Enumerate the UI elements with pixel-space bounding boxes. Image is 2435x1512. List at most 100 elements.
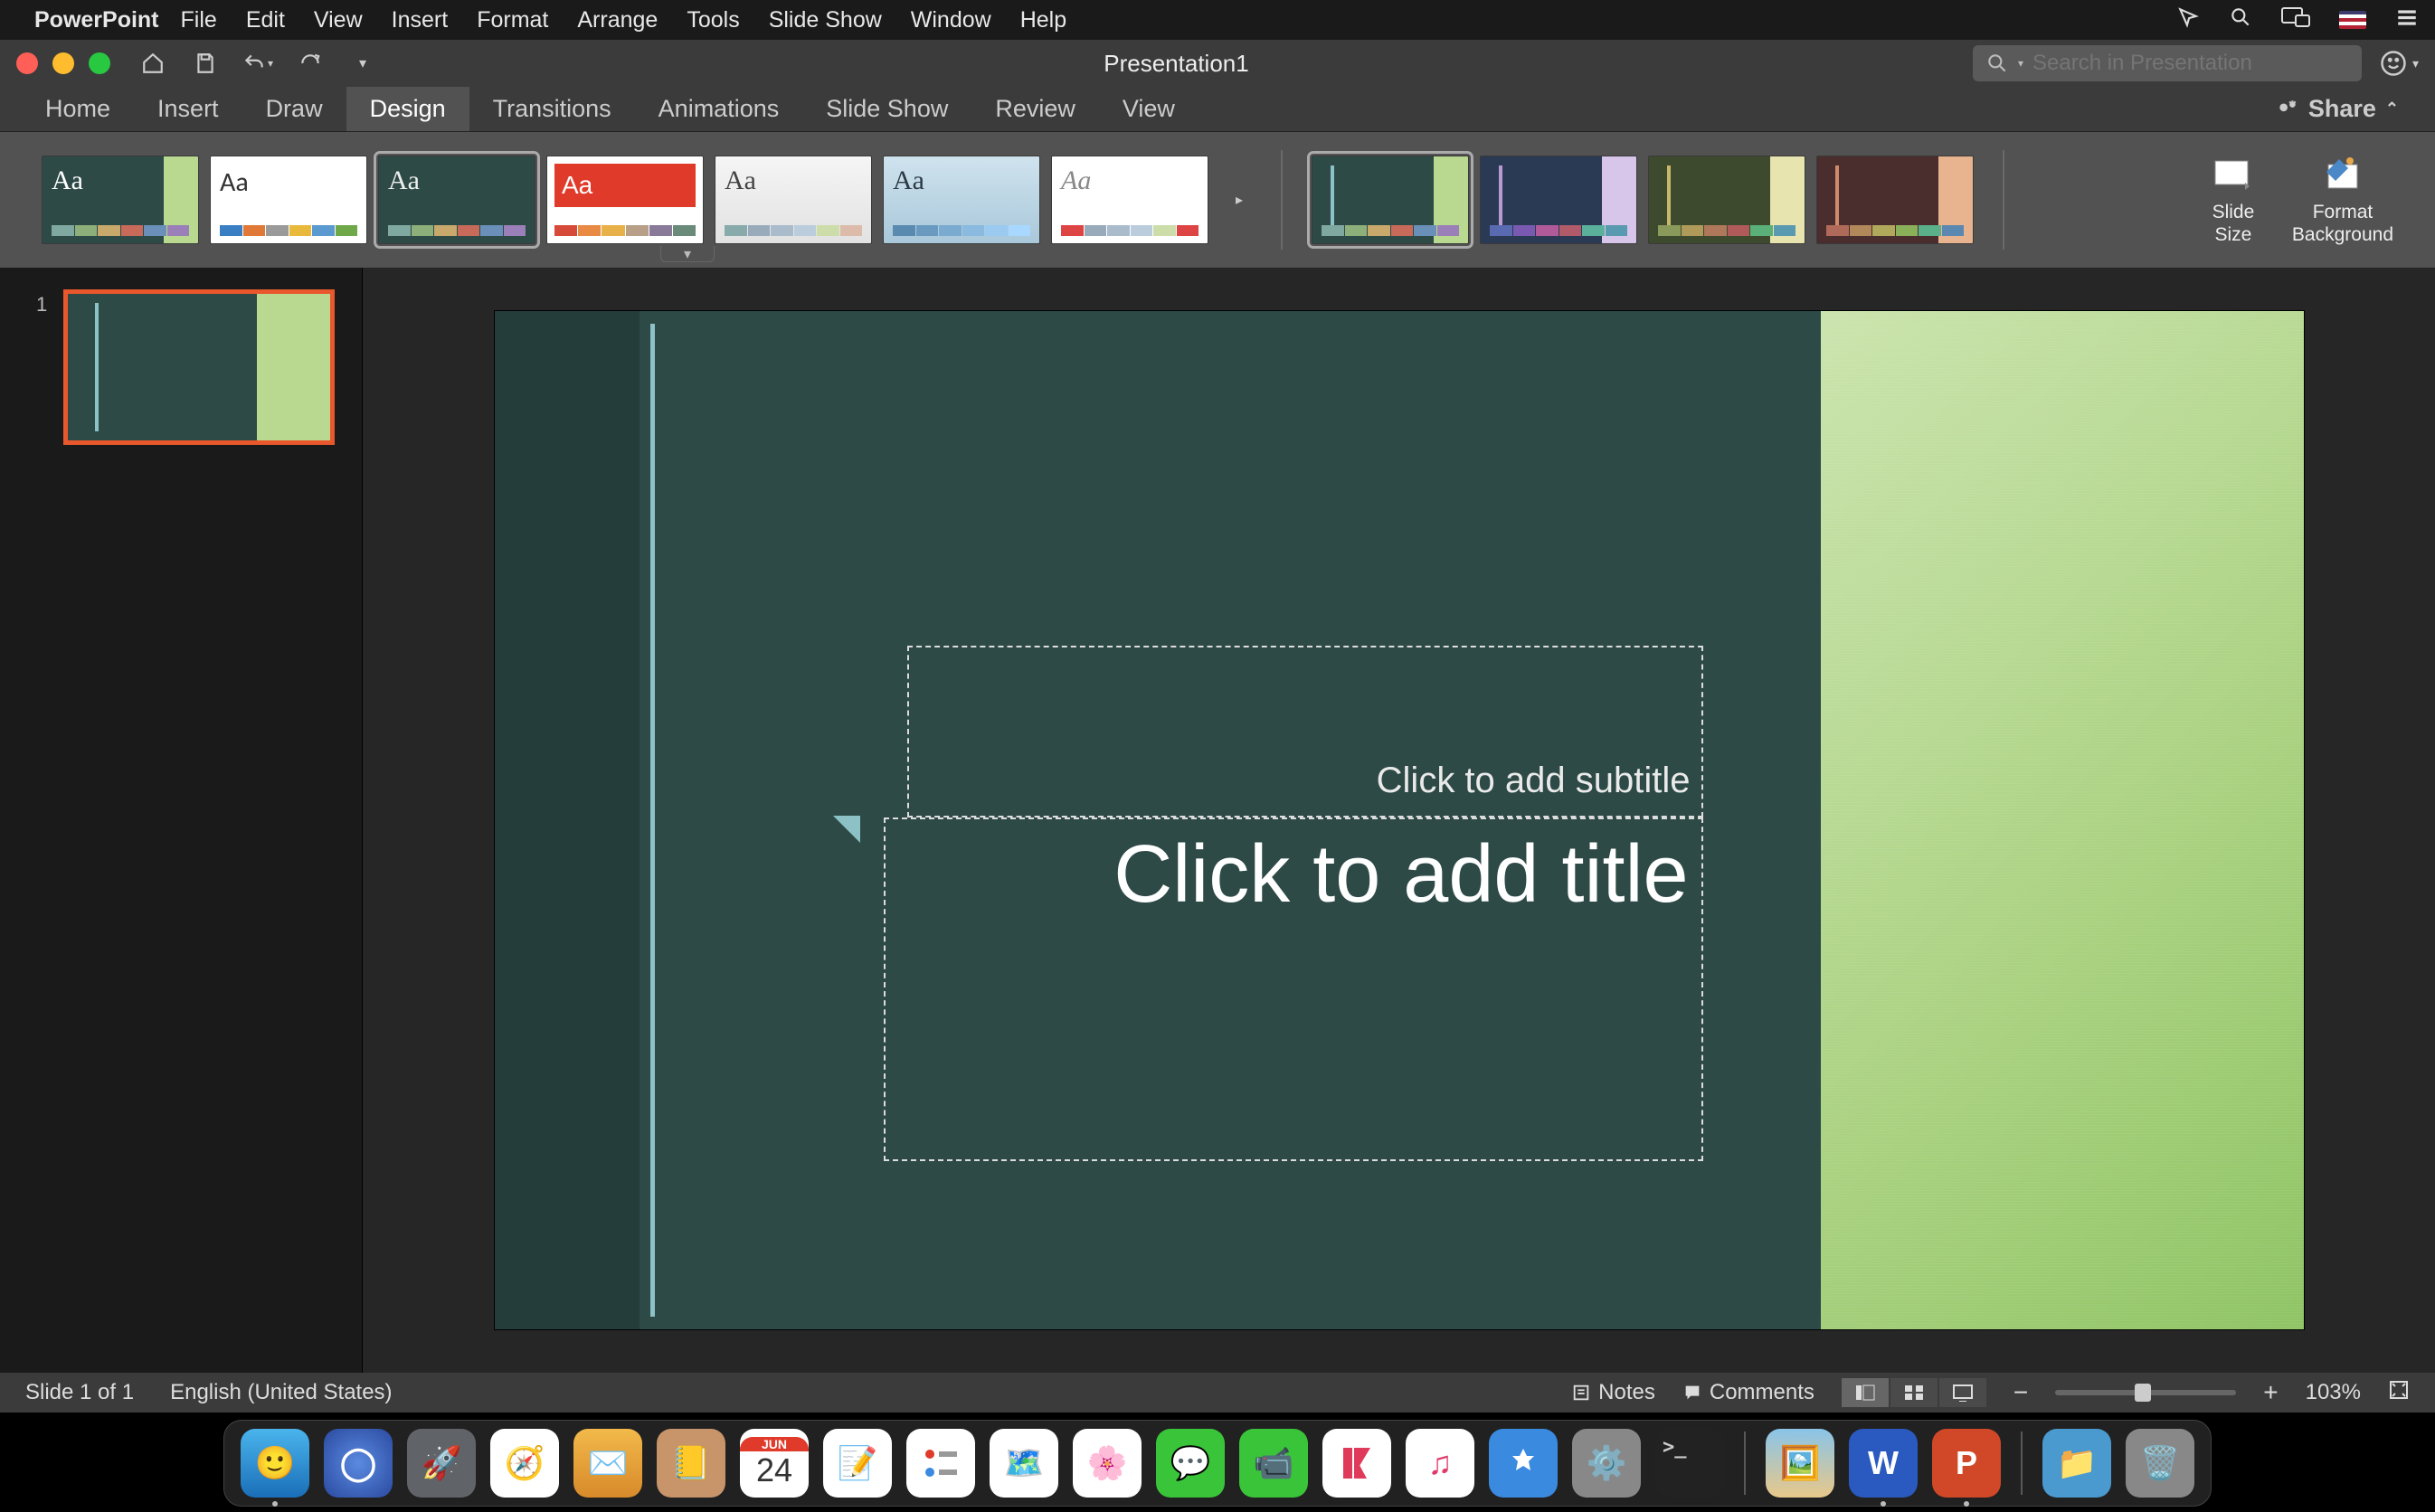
menu-insert[interactable]: Insert <box>392 7 449 33</box>
home-button[interactable] <box>136 46 170 80</box>
customize-qat-button[interactable]: ▾ <box>346 46 380 80</box>
dock-calendar[interactable]: JUN24 <box>740 1429 809 1498</box>
dock-photos[interactable]: 🌸 <box>1073 1429 1142 1498</box>
dock-downloads[interactable]: 📁 <box>2042 1429 2111 1498</box>
variant-1[interactable] <box>1312 156 1469 244</box>
dock-finder[interactable]: 🙂 <box>241 1429 309 1498</box>
subtitle-placeholder[interactable]: Click to add subtitle <box>907 646 1703 817</box>
reading-view-button[interactable] <box>1939 1378 1986 1407</box>
undo-button[interactable]: ▾ <box>241 46 275 80</box>
tab-view[interactable]: View <box>1099 87 1199 131</box>
menu-file[interactable]: File <box>181 7 217 33</box>
tab-home[interactable]: Home <box>22 87 134 131</box>
zoom-percent[interactable]: 103% <box>2306 1380 2361 1405</box>
zoom-out-button[interactable]: − <box>2013 1378 2028 1407</box>
dock-facetime[interactable]: 📹 <box>1239 1429 1308 1498</box>
close-window-button[interactable] <box>16 52 38 74</box>
dock-news[interactable] <box>1322 1429 1391 1498</box>
slide-number: 1 <box>36 293 47 317</box>
slide-size-button[interactable]: Slide Size <box>2211 154 2256 246</box>
variant-4[interactable] <box>1816 156 1974 244</box>
themes-expand-handle[interactable]: ▾ <box>660 246 715 262</box>
notes-icon <box>1571 1383 1591 1403</box>
dock-appstore[interactable] <box>1489 1429 1558 1498</box>
comments-button[interactable]: Comments <box>1682 1380 1814 1405</box>
tab-slideshow[interactable]: Slide Show <box>802 87 971 131</box>
zoom-window-button[interactable] <box>89 52 110 74</box>
format-background-button[interactable]: Format Background <box>2292 154 2393 246</box>
dock-messages[interactable]: 💬 <box>1156 1429 1225 1498</box>
dock-pictures-stack[interactable]: 🖼️ <box>1766 1429 1834 1498</box>
variant-2[interactable] <box>1480 156 1637 244</box>
menu-arrange[interactable]: Arrange <box>577 7 658 33</box>
dock-terminal[interactable]: >_ <box>1655 1429 1724 1498</box>
themes-more-button[interactable]: ▸ <box>1227 177 1252 222</box>
theme-ion[interactable]: Aa <box>42 156 199 244</box>
share-button[interactable]: Share ⌃ <box>2261 87 2413 131</box>
tab-design[interactable]: Design <box>346 87 469 131</box>
dock-trash[interactable]: 🗑️ <box>2126 1429 2194 1498</box>
theme-office[interactable]: Aa <box>210 156 367 244</box>
title-placeholder[interactable]: Click to add title <box>884 817 1703 1161</box>
menu-slideshow[interactable]: Slide Show <box>769 7 882 33</box>
dock-launchpad[interactable]: 🚀 <box>407 1429 476 1498</box>
normal-view-button[interactable] <box>1842 1378 1889 1407</box>
menu-help[interactable]: Help <box>1020 7 1066 33</box>
theme-light[interactable]: Aa <box>1051 156 1208 244</box>
variant-3[interactable] <box>1648 156 1805 244</box>
menu-format[interactable]: Format <box>477 7 548 33</box>
notes-button[interactable]: Notes <box>1571 1380 1655 1405</box>
fit-to-window-button[interactable] <box>2388 1379 2410 1407</box>
control-center-icon[interactable] <box>2395 5 2419 35</box>
search-box[interactable]: ▾ <box>1973 45 2362 81</box>
document-title: Presentation1 <box>380 50 1973 78</box>
dock-music[interactable]: ♫ <box>1406 1429 1474 1498</box>
menu-window[interactable]: Window <box>911 7 991 33</box>
screen-mirroring-icon[interactable] <box>2281 6 2310 34</box>
input-source-icon[interactable] <box>2339 11 2366 29</box>
search-input[interactable] <box>2032 51 2349 76</box>
vertical-scrollbar[interactable] <box>2413 268 2435 1373</box>
tab-review[interactable]: Review <box>971 87 1099 131</box>
tab-transitions[interactable]: Transitions <box>469 87 635 131</box>
zoom-slider[interactable] <box>2055 1390 2236 1395</box>
dock-word[interactable]: W <box>1849 1429 1918 1498</box>
app-name[interactable]: PowerPoint <box>34 7 159 33</box>
minimize-window-button[interactable] <box>52 52 74 74</box>
language-status[interactable]: English (United States) <box>170 1380 392 1405</box>
theme-dark-green[interactable]: Aa <box>378 156 535 244</box>
theme-blue[interactable]: Aa <box>883 156 1040 244</box>
dock-powerpoint[interactable]: P <box>1932 1429 2001 1498</box>
menu-view[interactable]: View <box>314 7 363 33</box>
feedback-button[interactable]: ▾ <box>2380 50 2419 77</box>
spotlight-icon[interactable] <box>2229 5 2252 35</box>
redo-button[interactable] <box>293 46 327 80</box>
save-button[interactable] <box>188 46 223 80</box>
sorter-view-button[interactable] <box>1890 1378 1938 1407</box>
dock-siri[interactable]: ◯ <box>324 1429 393 1498</box>
window-controls <box>16 52 110 74</box>
dock-maps[interactable]: 🗺️ <box>990 1429 1058 1498</box>
zoom-slider-knob[interactable] <box>2135 1384 2151 1402</box>
slide-counter[interactable]: Slide 1 of 1 <box>25 1380 134 1405</box>
tab-animations[interactable]: Animations <box>635 87 803 131</box>
menu-edit[interactable]: Edit <box>246 7 285 33</box>
dock-settings[interactable]: ⚙️ <box>1572 1429 1641 1498</box>
slide-canvas-area[interactable]: Click to add subtitle Click to add title <box>362 268 2435 1373</box>
slide[interactable]: Click to add subtitle Click to add title <box>495 311 2304 1329</box>
tab-insert[interactable]: Insert <box>134 87 242 131</box>
slide-thumbnail-1[interactable] <box>63 289 335 445</box>
theme-red-banner[interactable]: Aa <box>546 156 704 244</box>
dock-safari[interactable]: 🧭 <box>490 1429 559 1498</box>
tab-draw[interactable]: Draw <box>242 87 346 131</box>
dock-contacts[interactable]: 📒 <box>657 1429 725 1498</box>
menu-tools[interactable]: Tools <box>687 7 739 33</box>
theme-gray[interactable]: Aa <box>715 156 872 244</box>
cursor-icon[interactable] <box>2176 5 2200 35</box>
slide-navigator[interactable]: 1 <box>0 268 362 1373</box>
dock-notes[interactable]: 📝 <box>823 1429 892 1498</box>
dock-reminders[interactable] <box>906 1429 975 1498</box>
dock-mail[interactable]: ✉️ <box>573 1429 642 1498</box>
zoom-in-button[interactable]: + <box>2263 1378 2278 1407</box>
quick-access-toolbar: ▾ ▾ <box>136 46 380 80</box>
